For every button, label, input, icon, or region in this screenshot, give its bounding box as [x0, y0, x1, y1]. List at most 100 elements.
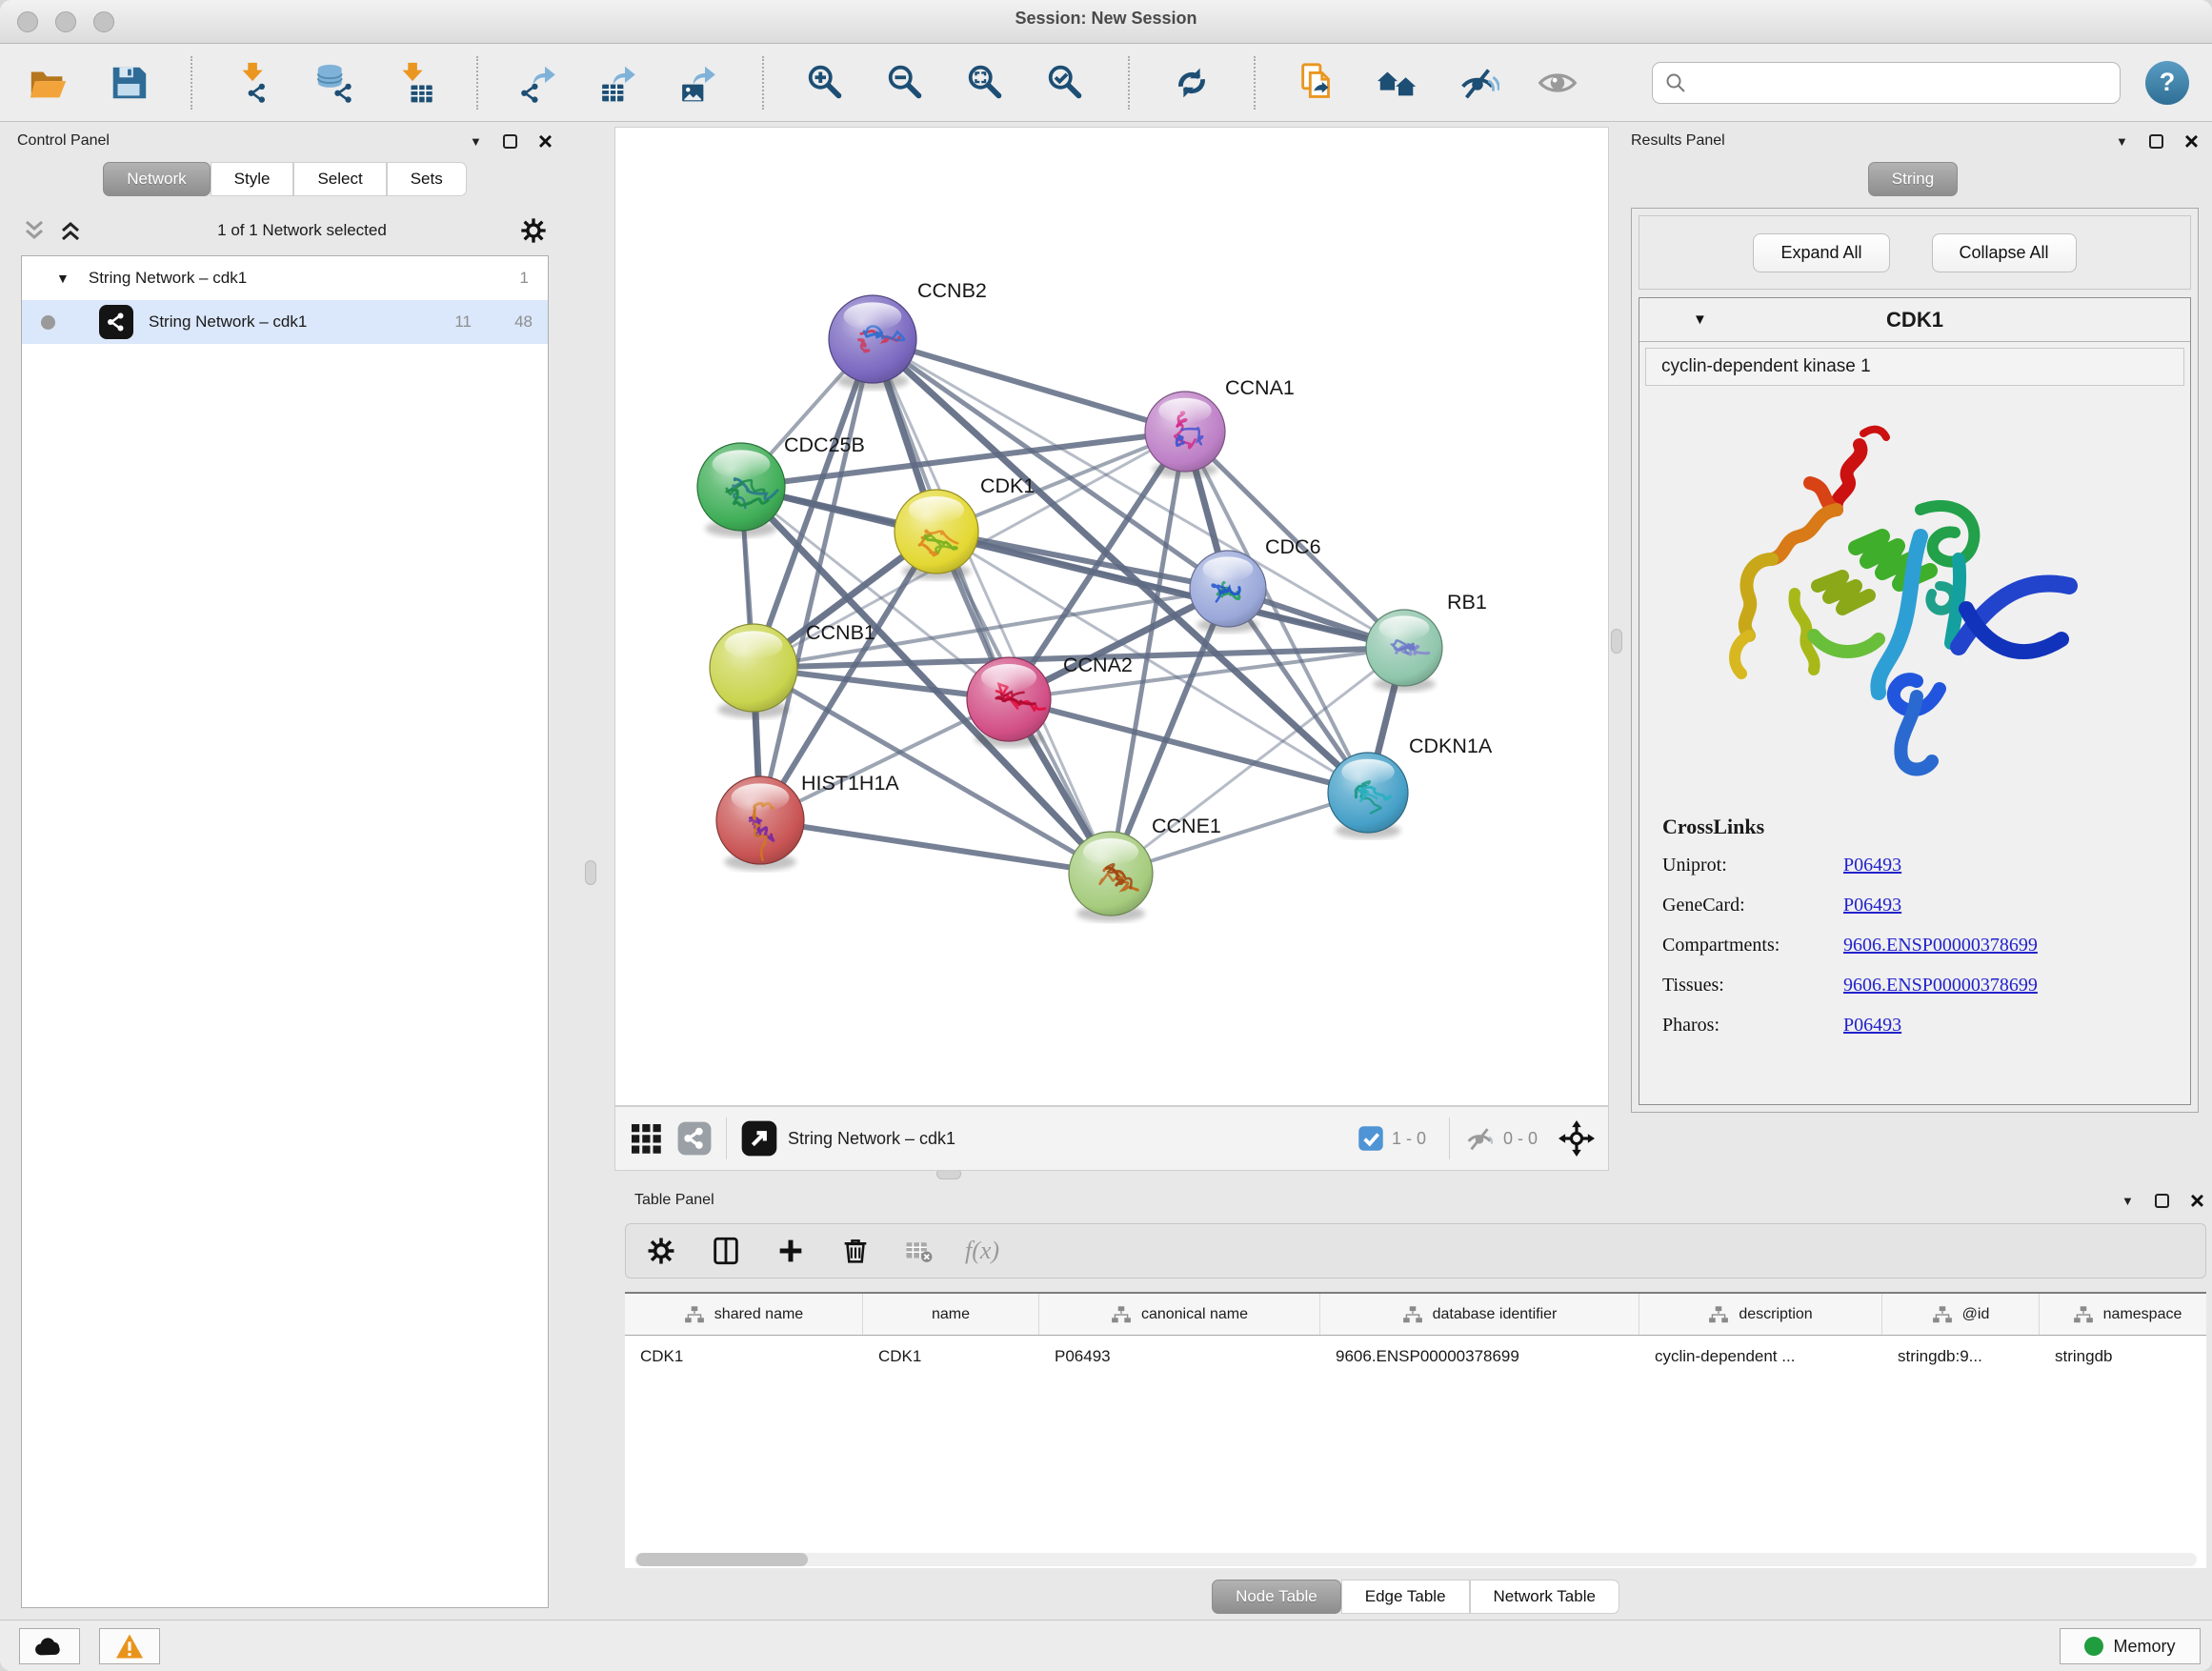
network-row[interactable]: String Network – cdk1 11 48 — [22, 300, 548, 344]
tab-node-table[interactable]: Node Table — [1212, 1580, 1341, 1614]
node-CDKN1A[interactable] — [1328, 753, 1408, 838]
import-table-button[interactable] — [389, 57, 440, 109]
warnings-button[interactable] — [99, 1628, 160, 1664]
node-HIST1H1A[interactable] — [716, 776, 804, 871]
node-CCNE1[interactable] — [1069, 832, 1153, 922]
export-table-button[interactable] — [594, 57, 646, 109]
column-header--id[interactable]: @id — [1882, 1294, 2040, 1335]
network-collection-row[interactable]: ▼ String Network – cdk1 1 — [22, 256, 548, 300]
network-options-gear-icon[interactable] — [518, 215, 549, 246]
close-panel-icon[interactable]: × — [538, 134, 553, 149]
tab-select[interactable]: Select — [293, 162, 386, 196]
copy-pages-button[interactable] — [1292, 57, 1343, 109]
table-cell[interactable]: stringdb:9... — [1882, 1336, 2040, 1378]
show-all-button[interactable] — [1532, 57, 1583, 109]
table-cell[interactable]: stringdb — [2040, 1336, 2206, 1378]
tab-style[interactable]: Style — [211, 162, 294, 196]
tab-network[interactable]: Network — [103, 162, 210, 196]
panel-menu-icon[interactable]: ▼ — [2116, 134, 2128, 149]
table-cell[interactable]: cyclin-dependent ... — [1639, 1336, 1882, 1378]
refresh-button[interactable] — [1166, 57, 1217, 109]
edge-CCNB2-HIST1H1A[interactable] — [760, 339, 873, 820]
column-header-name[interactable]: name — [863, 1294, 1039, 1335]
node-CCNA1[interactable] — [1145, 392, 1225, 477]
search-box[interactable] — [1652, 62, 2121, 104]
help-button[interactable]: ? — [2145, 61, 2189, 105]
delete-table-icon[interactable] — [904, 1237, 933, 1265]
crosslink-compartments-link[interactable]: 9606.ENSP00000378699 — [1843, 935, 2038, 956]
network-graph[interactable]: CCNB2CCNA1CDC25BCDK1CDC6RB1CCNB1CCNA2CDK… — [615, 128, 1608, 1105]
import-network-file-button[interactable] — [229, 57, 280, 109]
zoom-fit-button[interactable] — [960, 57, 1012, 109]
table-settings-gear-icon[interactable] — [645, 1235, 677, 1267]
crosslink-genecard-link[interactable]: P06493 — [1843, 895, 1901, 916]
refresh-icon — [1170, 61, 1214, 105]
column-header-namespace[interactable]: namespace — [2040, 1294, 2206, 1335]
zoom-in-button[interactable] — [800, 57, 852, 109]
float-panel-icon[interactable] — [503, 134, 517, 149]
zoom-out-button[interactable] — [880, 57, 932, 109]
crosslink-pharos-link[interactable]: P06493 — [1843, 1015, 1901, 1037]
collapse-all-chevron-icon[interactable] — [21, 218, 50, 243]
node-RB1[interactable] — [1366, 610, 1442, 692]
hidden-eye-slash-icon[interactable] — [1463, 1122, 1496, 1155]
add-column-icon[interactable] — [774, 1235, 807, 1267]
close-panel-icon[interactable]: × — [2184, 134, 2199, 149]
table-cell[interactable]: P06493 — [1039, 1336, 1320, 1378]
manage-columns-icon[interactable] — [710, 1235, 742, 1267]
selected-checkbox-icon[interactable] — [1357, 1125, 1384, 1152]
zoom-selected-button[interactable] — [1040, 57, 1092, 109]
delete-column-trash-icon[interactable] — [839, 1235, 872, 1267]
node-CDC6[interactable] — [1190, 551, 1266, 633]
share-view-icon[interactable] — [676, 1120, 713, 1157]
expand-all-chevron-icon[interactable] — [57, 218, 86, 243]
node-CCNB1[interactable] — [710, 624, 797, 718]
column-header-shared-name[interactable]: shared name — [625, 1294, 863, 1335]
table-horizontal-scrollbar[interactable] — [634, 1553, 2197, 1566]
import-network-database-button[interactable] — [309, 57, 360, 109]
open-folder-button[interactable] — [23, 57, 74, 109]
export-network-button[interactable] — [514, 57, 566, 109]
table-cell[interactable]: CDK1 — [863, 1336, 1039, 1378]
table-row[interactable]: CDK1CDK1P064939606.ENSP00000378699cyclin… — [625, 1336, 2206, 1378]
table-cell[interactable]: 9606.ENSP00000378699 — [1320, 1336, 1639, 1378]
pan-crosshair-icon[interactable] — [1558, 1120, 1595, 1157]
tab-sets[interactable]: Sets — [387, 162, 467, 196]
gene-card-header[interactable]: ▼ CDK1 — [1639, 298, 2190, 342]
grid-mode-icon[interactable] — [629, 1121, 663, 1156]
edge-CCNB2-CCNE1[interactable] — [873, 339, 1111, 874]
collapse-all-button[interactable]: Collapse All — [1932, 233, 2077, 272]
memory-button[interactable]: Memory — [2060, 1628, 2201, 1664]
hide-selected-button[interactable] — [1452, 57, 1503, 109]
export-image-button[interactable] — [674, 57, 726, 109]
column-header-database-identifier[interactable]: database identifier — [1320, 1294, 1639, 1335]
tab-network-table[interactable]: Network Table — [1470, 1580, 1619, 1614]
function-builder-icon[interactable]: f(x) — [965, 1237, 999, 1265]
left-splitter-handle[interactable] — [585, 860, 596, 885]
float-panel-icon[interactable] — [2149, 134, 2163, 149]
panel-menu-icon[interactable]: ▼ — [2122, 1194, 2134, 1208]
column-header-description[interactable]: description — [1639, 1294, 1882, 1335]
crosslink-tissues-link[interactable]: 9606.ENSP00000378699 — [1843, 975, 2038, 997]
expand-all-button[interactable]: Expand All — [1753, 233, 1889, 272]
search-input[interactable] — [1687, 72, 2108, 93]
scrollbar-thumb[interactable] — [636, 1553, 808, 1566]
homes-button[interactable] — [1372, 57, 1423, 109]
panel-menu-icon[interactable]: ▼ — [470, 134, 482, 149]
tab-string[interactable]: String — [1868, 162, 1958, 196]
tab-edge-table[interactable]: Edge Table — [1341, 1580, 1470, 1614]
gene-card: ▼ CDK1 cyclin-dependent kinase 1 — [1639, 297, 2191, 1105]
gene-collapse-icon[interactable]: ▼ — [1693, 312, 1707, 328]
column-header-canonical-name[interactable]: canonical name — [1039, 1294, 1320, 1335]
open-in-new-window-icon[interactable] — [740, 1119, 778, 1158]
float-panel-icon[interactable] — [2155, 1194, 2169, 1208]
save-button[interactable] — [103, 57, 154, 109]
crosslink-uniprot-link[interactable]: P06493 — [1843, 855, 1901, 876]
table-cell[interactable]: CDK1 — [625, 1336, 863, 1378]
network-canvas[interactable]: CCNB2CCNA1CDC25BCDK1CDC6RB1CCNB1CCNA2CDK… — [614, 127, 1609, 1106]
edge-HIST1H1A-CCNE1[interactable] — [760, 820, 1111, 874]
node-CDK1[interactable] — [895, 490, 978, 580]
cloud-button[interactable] — [19, 1628, 80, 1664]
close-panel-icon[interactable]: × — [2190, 1194, 2204, 1208]
tree-expander-icon[interactable]: ▼ — [56, 271, 70, 286]
